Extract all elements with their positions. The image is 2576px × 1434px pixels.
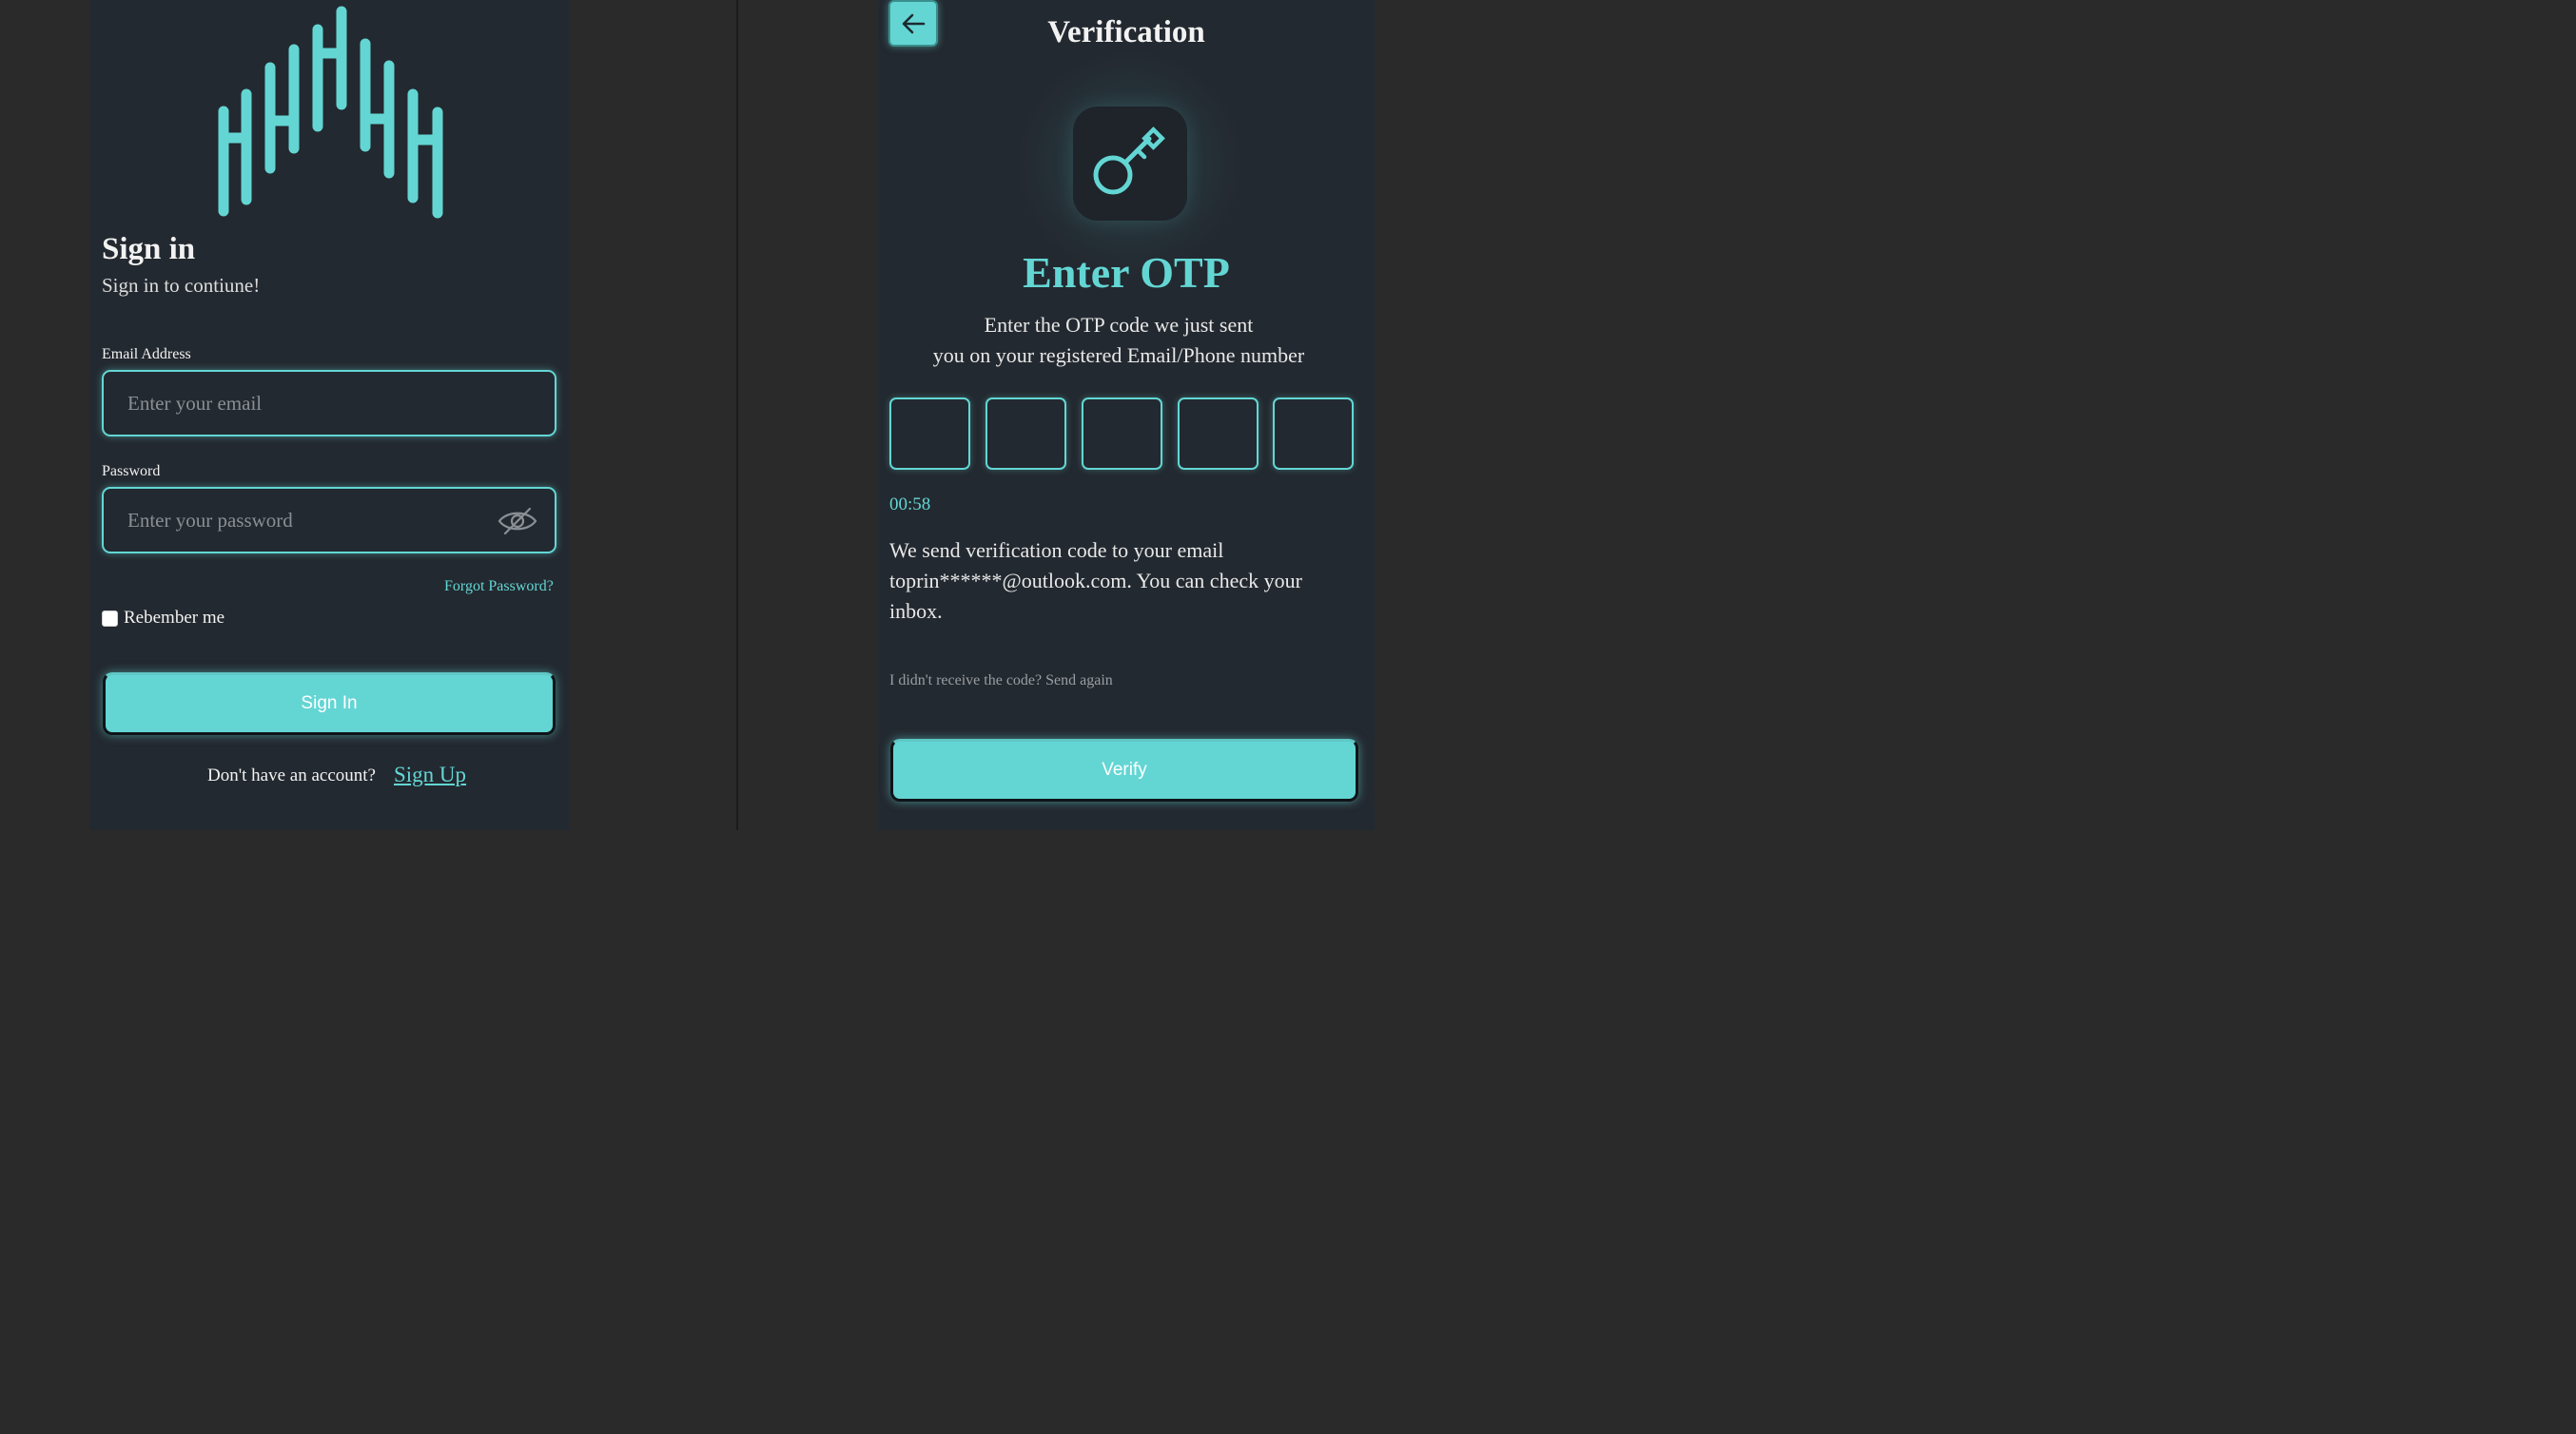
signup-link[interactable]: Sign Up <box>394 763 466 787</box>
verification-title: Verification <box>1047 15 1205 49</box>
verify-button[interactable]: Verify <box>890 739 1358 802</box>
forgot-password-link[interactable]: Forgot Password? <box>444 578 554 595</box>
otp-digit-input[interactable] <box>891 399 968 468</box>
countdown-timer: 00:58 <box>889 494 931 514</box>
remember-me-checkbox[interactable] <box>102 610 118 627</box>
otp-digit-box[interactable] <box>1273 397 1354 470</box>
signin-title: Sign in <box>102 232 196 266</box>
password-input[interactable] <box>127 489 489 552</box>
signin-subtitle: Sign in to contiune! <box>102 274 261 297</box>
email-field[interactable] <box>102 370 556 436</box>
otp-digit-box[interactable] <box>1082 397 1162 470</box>
otp-heading: Enter OTP <box>1023 248 1230 297</box>
otp-description-line-1: Enter the OTP code we just sent <box>984 313 1254 337</box>
remember-me-row[interactable]: Rebember me <box>102 607 224 630</box>
key-tile <box>1073 107 1187 221</box>
otp-digit-input[interactable] <box>1275 399 1352 468</box>
otp-digit-input[interactable] <box>1180 399 1257 468</box>
no-account-text: Don't have an account? <box>207 765 376 785</box>
verification-info-text: We send verification code to your email … <box>889 538 1302 623</box>
resend-code-link[interactable]: I didn't receive the code? Send again <box>889 672 1113 689</box>
signin-button[interactable]: Sign In <box>103 672 556 735</box>
otp-digit-input[interactable] <box>1083 399 1161 468</box>
password-label: Password <box>102 463 161 479</box>
otp-description: Enter the OTP code we just sent you on y… <box>878 310 1359 371</box>
email-input[interactable] <box>127 372 489 435</box>
otp-digit-box[interactable] <box>1178 397 1259 470</box>
remember-me-label: Rebember me <box>124 608 225 628</box>
waveform-logo <box>218 6 443 219</box>
email-label: Email Address <box>102 346 191 362</box>
password-field[interactable] <box>102 487 556 553</box>
otp-digit-box[interactable] <box>986 397 1066 470</box>
otp-digit-input[interactable] <box>987 399 1064 468</box>
eye-off-icon[interactable] <box>498 506 537 536</box>
key-icon <box>1093 126 1165 195</box>
otp-description-line-2: you on your registered Email/Phone numbe… <box>932 343 1305 367</box>
otp-digit-box[interactable] <box>889 397 970 470</box>
